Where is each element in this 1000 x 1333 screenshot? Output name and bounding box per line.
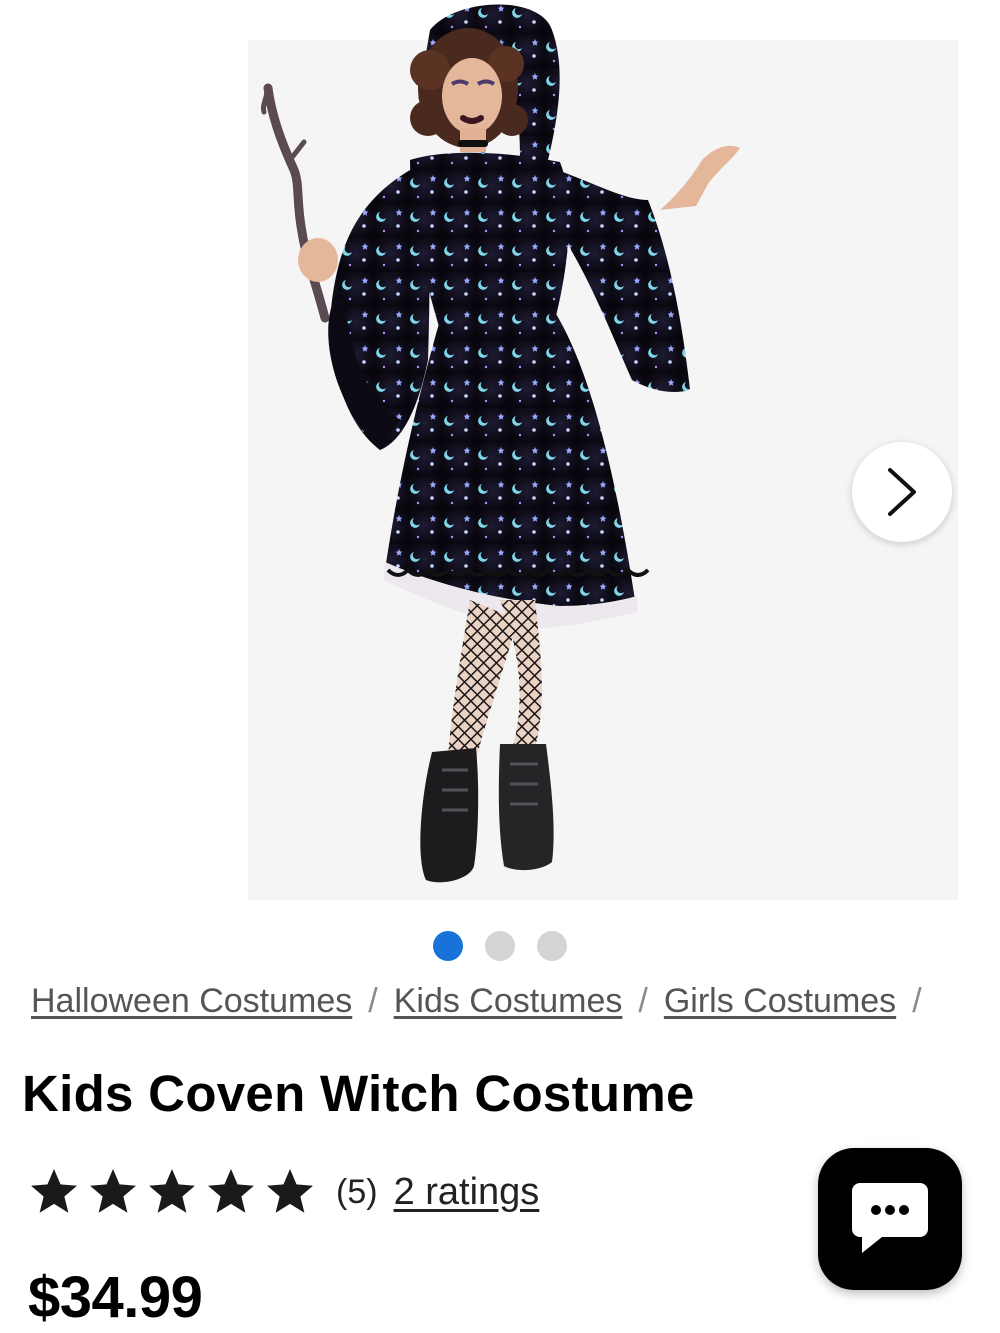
carousel-dot-2[interactable] xyxy=(485,931,515,961)
next-image-button[interactable] xyxy=(852,442,952,542)
breadcrumb-separator: / xyxy=(912,982,922,1020)
breadcrumb: Halloween Costumes / Kids Costumes / Gir… xyxy=(31,982,938,1021)
breadcrumb-link-kids-costumes[interactable]: Kids Costumes xyxy=(394,982,623,1021)
star-icon xyxy=(90,1169,136,1213)
product-image-gallery[interactable] xyxy=(0,0,1000,920)
product-price: $34.99 xyxy=(28,1265,203,1330)
rating-count: (5) xyxy=(336,1172,378,1211)
product-rating: (5) 2 ratings xyxy=(26,1165,539,1219)
product-photo xyxy=(261,4,740,883)
chat-bubble-icon xyxy=(852,1183,928,1253)
rating-stars xyxy=(26,1165,318,1219)
carousel-indicators xyxy=(0,931,1000,963)
breadcrumb-link-girls-costumes[interactable]: Girls Costumes xyxy=(664,982,896,1021)
star-icon xyxy=(149,1169,195,1213)
carousel-dot-1[interactable] xyxy=(433,931,463,961)
ratings-link[interactable]: 2 ratings xyxy=(394,1171,540,1214)
breadcrumb-separator: / xyxy=(638,982,648,1020)
star-icon xyxy=(31,1169,77,1213)
product-title: Kids Coven Witch Costume xyxy=(22,1065,695,1122)
star-icon xyxy=(208,1169,254,1213)
chevron-right-icon xyxy=(888,468,916,516)
breadcrumb-link-halloween-costumes[interactable]: Halloween Costumes xyxy=(31,982,352,1021)
carousel-dot-3[interactable] xyxy=(537,931,567,961)
chat-button[interactable] xyxy=(818,1148,962,1290)
star-icon xyxy=(267,1169,313,1213)
breadcrumb-separator: / xyxy=(368,982,378,1020)
